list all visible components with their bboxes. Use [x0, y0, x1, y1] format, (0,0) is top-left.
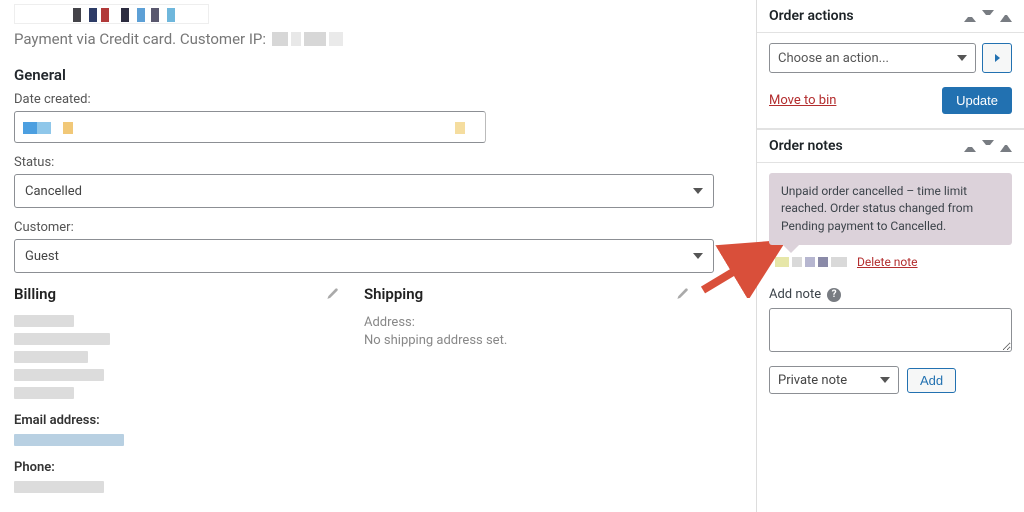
apply-action-button[interactable] — [982, 43, 1012, 73]
order-action-placeholder: Choose an action... — [778, 51, 889, 66]
chevron-up-icon[interactable] — [964, 10, 976, 22]
customer-select[interactable]: Guest — [14, 239, 714, 273]
date-created-label: Date created: — [14, 92, 744, 107]
address-label: Address: — [364, 315, 714, 330]
email-label: Email address: — [14, 413, 364, 428]
phone-label: Phone: — [14, 460, 364, 475]
chevron-down-icon[interactable] — [982, 140, 994, 152]
triangle-up-icon[interactable] — [1000, 10, 1012, 22]
chevron-down-icon — [693, 253, 703, 259]
address-text: No shipping address set. — [364, 333, 714, 348]
delete-note-link[interactable]: Delete note — [857, 255, 918, 269]
payment-method-line: Payment via Credit card. Customer IP: — [14, 30, 744, 48]
payment-text: Payment via Credit card. Customer IP: — [14, 30, 266, 48]
order-actions-header: Order actions — [757, 0, 1024, 33]
order-note-bubble: Unpaid order cancelled – time limit reac… — [769, 173, 1012, 245]
chevron-up-icon[interactable] — [964, 140, 976, 152]
customer-label: Customer: — [14, 220, 744, 235]
chevron-down-icon — [880, 377, 890, 383]
order-notes-title: Order notes — [769, 138, 843, 154]
note-type-value: Private note — [778, 373, 847, 388]
pencil-icon[interactable] — [676, 287, 690, 301]
status-label: Status: — [14, 155, 744, 170]
triangle-up-icon[interactable] — [1000, 140, 1012, 152]
status-select[interactable]: Cancelled — [14, 174, 714, 208]
shipping-heading: Shipping — [364, 285, 714, 303]
chevron-right-icon — [995, 54, 1000, 62]
redacted-order-header — [14, 4, 209, 24]
order-note-meta: Delete note — [775, 255, 1012, 269]
order-action-select[interactable]: Choose an action... — [769, 43, 976, 73]
customer-value: Guest — [25, 249, 59, 264]
note-type-select[interactable]: Private note — [769, 366, 899, 394]
chevron-down-icon[interactable] — [982, 10, 994, 22]
order-actions-title: Order actions — [769, 8, 854, 24]
add-note-button[interactable]: Add — [907, 368, 956, 393]
date-created-input[interactable] — [14, 111, 486, 143]
shipping-column: Shipping Address: No shipping address se… — [364, 285, 714, 499]
sidebar: Order actions Choose an action... Move t… — [756, 0, 1024, 512]
move-to-bin-link[interactable]: Move to bin — [769, 93, 836, 108]
redacted-ip — [272, 32, 343, 46]
pencil-icon[interactable] — [326, 287, 340, 301]
order-notes-header: Order notes — [757, 129, 1024, 163]
redacted-note-date — [775, 257, 847, 267]
billing-heading: Billing — [14, 285, 364, 303]
order-actions-body: Choose an action... Move to bin Update — [757, 33, 1024, 129]
add-note-label: Add note — [769, 287, 821, 302]
order-notes-body: Unpaid order cancelled – time limit reac… — [757, 163, 1024, 408]
chevron-down-icon — [693, 188, 703, 194]
chevron-down-icon — [957, 55, 967, 61]
billing-column: Billing Email address: Phone: — [14, 285, 364, 499]
help-icon[interactable]: ? — [827, 288, 841, 302]
add-note-textarea[interactable] — [769, 308, 1012, 352]
status-value: Cancelled — [25, 184, 82, 199]
update-button[interactable]: Update — [942, 87, 1012, 114]
order-note-text: Unpaid order cancelled – time limit reac… — [781, 184, 973, 233]
general-heading: General — [14, 66, 744, 84]
main-content: Payment via Credit card. Customer IP: Ge… — [0, 0, 756, 512]
